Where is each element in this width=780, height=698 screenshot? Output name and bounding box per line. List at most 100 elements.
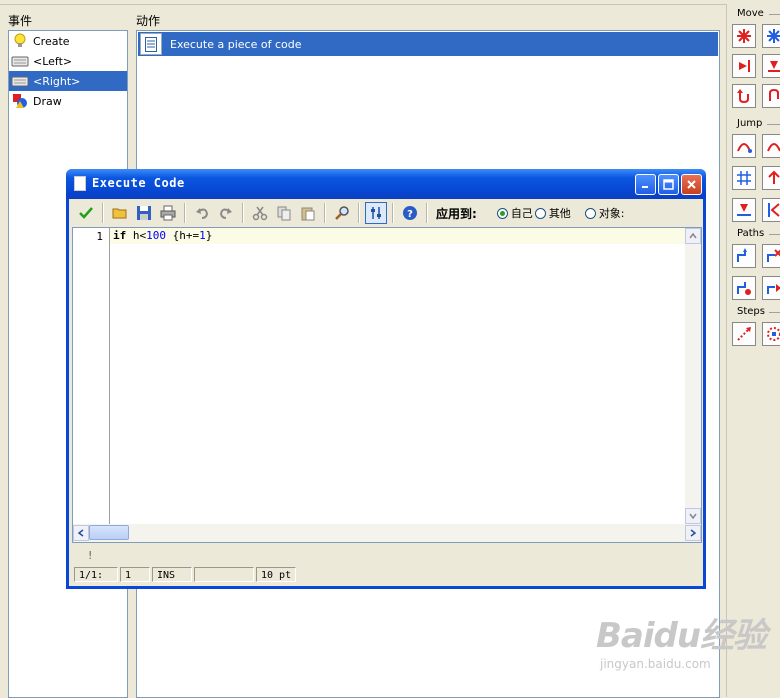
move-contact-button[interactable] <box>732 198 756 222</box>
code-page-icon <box>140 33 162 55</box>
cut-button[interactable] <box>249 202 271 224</box>
horizontal-scrollbar[interactable] <box>73 524 701 542</box>
status-font-size: 10 pt <box>256 566 296 582</box>
radio-circle[interactable] <box>584 207 596 219</box>
step-towards-button[interactable] <box>732 322 756 346</box>
jump-to-position-button[interactable] <box>732 134 756 158</box>
path-position-button[interactable] <box>732 276 756 300</box>
code-text: h< <box>132 229 147 242</box>
set-path-button[interactable] <box>732 244 756 268</box>
step-avoid-icon <box>767 327 780 341</box>
baidu-watermark: Baidu经验 jingyan.baidu.com <box>596 608 767 671</box>
line-number: 1 <box>96 230 103 243</box>
event-create[interactable]: Create <box>9 31 127 51</box>
toolbar-separator <box>358 203 360 223</box>
open-button[interactable] <box>109 202 131 224</box>
code-keyword: if <box>113 229 127 242</box>
scroll-right-button[interactable] <box>685 525 701 541</box>
path-icon <box>737 248 747 262</box>
wrap-screen-button[interactable] <box>762 166 780 190</box>
jump-back-icon <box>767 143 780 152</box>
event-right-key[interactable]: <Right> <box>9 71 127 91</box>
scroll-left-button[interactable] <box>73 525 89 541</box>
paste-icon <box>301 207 315 221</box>
events-header: 事件 <box>8 14 33 28</box>
paste-button[interactable] <box>297 202 319 224</box>
help-icon: ? <box>403 206 417 220</box>
bounce-button[interactable] <box>762 198 780 222</box>
radio-object[interactable]: 对象: <box>584 205 625 221</box>
chevron-left-icon <box>78 529 84 537</box>
code-editor[interactable]: 1 if h<100 {h+=1} <box>72 227 702 543</box>
radio-circle[interactable] <box>496 207 508 219</box>
radio-self[interactable]: 自己 <box>496 205 533 221</box>
scroll-down-button[interactable] <box>685 508 701 524</box>
settings-button[interactable] <box>365 202 387 224</box>
status-column: 1 <box>120 566 150 582</box>
reverse-vertical-button[interactable] <box>762 84 780 108</box>
event-left-key[interactable]: <Left> <box>9 51 127 71</box>
event-draw[interactable]: Draw <box>9 91 127 111</box>
move-free-button[interactable] <box>762 24 780 48</box>
radio-other[interactable]: 其他 <box>534 205 571 221</box>
minimize-icon <box>642 186 648 188</box>
toolbar-separator <box>392 203 394 223</box>
magnifier-icon <box>335 206 349 220</box>
apply-to-label: 应用到: <box>436 206 477 221</box>
maximize-button[interactable] <box>658 174 679 195</box>
dialog-title: Execute Code <box>92 176 185 190</box>
actions-header: 动作 <box>136 14 161 28</box>
code-line[interactable]: if h<100 {h+=1} <box>110 228 686 244</box>
dialog-titlebar[interactable]: Execute Code <box>66 169 706 199</box>
path-speed-button[interactable] <box>762 276 780 300</box>
speed-horizontal-button[interactable] <box>762 54 780 78</box>
message-area: ! <box>72 545 702 565</box>
action-execute-code[interactable]: Execute a piece of code <box>138 32 718 56</box>
radio-dot <box>499 210 505 216</box>
sliders-icon <box>371 207 381 219</box>
undo-button[interactable] <box>191 202 213 224</box>
print-button[interactable] <box>157 202 179 224</box>
save-icon <box>137 206 151 220</box>
u-turn-icon <box>737 89 749 104</box>
keyboard-icon <box>11 73 29 89</box>
toolbar-separator <box>242 203 244 223</box>
dialog-toolbar: ? 应用到: 自己 其他 对象: <box>69 199 703 227</box>
status-bar: 1/1: 1 INS 10 pt <box>72 565 702 583</box>
toolbar-separator <box>184 203 186 223</box>
code-number: 1 <box>199 229 206 242</box>
toolbar-separator <box>102 203 104 223</box>
status-empty <box>194 566 254 582</box>
help-button[interactable]: ? <box>399 202 421 224</box>
event-label: <Left> <box>33 54 73 68</box>
palette-group-paths: Paths <box>737 228 765 239</box>
scroll-up-button[interactable] <box>685 228 701 244</box>
jump-to-start-button[interactable] <box>762 134 780 158</box>
save-button[interactable] <box>133 202 155 224</box>
vertical-scrollbar[interactable] <box>685 228 701 524</box>
move-towards-button[interactable] <box>732 54 756 78</box>
scroll-thumb[interactable] <box>89 525 129 540</box>
reverse-horizontal-button[interactable] <box>732 84 756 108</box>
printer-icon <box>160 205 176 221</box>
minimize-button[interactable] <box>635 174 656 195</box>
snap-grid-button[interactable] <box>732 166 756 190</box>
scissors-icon <box>252 206 268 221</box>
radio-label: 对象: <box>598 207 625 220</box>
path-position-icon <box>737 282 751 295</box>
event-label: <Right> <box>33 74 81 88</box>
arrows-star-icon <box>737 29 751 43</box>
move-fixed-button[interactable] <box>732 24 756 48</box>
ok-button[interactable] <box>75 202 97 224</box>
end-path-button[interactable] <box>762 244 780 268</box>
copy-button[interactable] <box>273 202 295 224</box>
find-button[interactable] <box>331 202 353 224</box>
chevron-up-icon <box>689 233 697 239</box>
step-avoid-button[interactable] <box>762 322 780 346</box>
redo-button[interactable] <box>215 202 237 224</box>
code-number: 100 <box>146 229 166 242</box>
checkmark-icon <box>79 207 93 219</box>
close-button[interactable] <box>681 174 702 195</box>
u-turn-up-icon <box>769 88 779 101</box>
radio-circle[interactable] <box>534 207 546 219</box>
